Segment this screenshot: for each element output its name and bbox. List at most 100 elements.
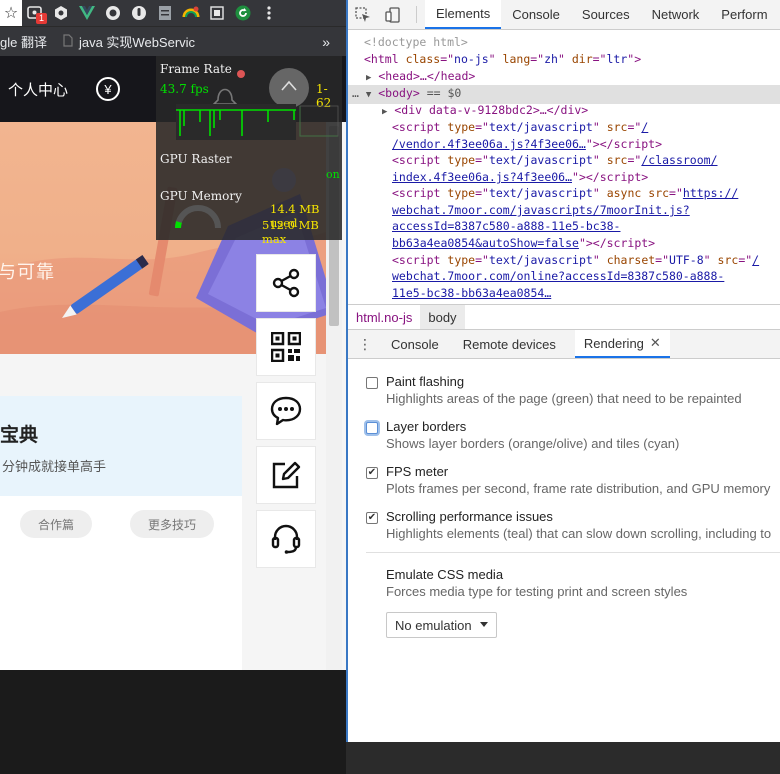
fps-meter-title: FPS meter [386,464,449,479]
emulate-media-value: No emulation [395,617,472,633]
tab-performance[interactable]: Perform [710,0,778,29]
chat-bubble-icon [270,396,302,426]
bookmark-translate-label: gle 翻译 [0,35,47,50]
pill-cooperation[interactable]: 合作篇 [20,510,93,538]
share-button[interactable] [256,254,316,312]
layer-borders-title: Layer borders [386,419,467,434]
device-toolbar-icon[interactable] [378,0,408,29]
scrolling-performance-desc: Highlights elements (teal) that can slow… [386,526,772,541]
refresh-extension-icon[interactable] [230,0,256,26]
bookmarks-more-button[interactable]: » [322,34,346,50]
dom-body-node[interactable]: … ▼ <body> == $0 [348,85,780,104]
dom-script-7moor-init-l2: webchat.7moor.com/javascripts/7moorInit.… [392,203,690,217]
screen: ☆ 1 gle 翻译 java 实现WebServic » 个人中心 ¥ 与可靠… [0,0,780,774]
fps-meter-desc: Plots frames per second, frame rate dist… [386,481,771,496]
dom-script-7moor-online[interactable]: <script type="text/javascript" charset="… [392,252,759,269]
gpu-memory-label: GPU Memory [160,189,242,203]
drawer-tabbar: ⋮ Console Remote devices Rendering ✕ [348,330,780,359]
banner-text: 与可靠 [0,262,55,282]
drawer-menu-icon[interactable]: ⋮ [348,330,382,358]
card-subtitle: 分钟成就接单高手 [2,459,107,474]
emulate-media-select[interactable]: No emulation [386,612,497,638]
power-extension-icon[interactable] [126,0,152,26]
layer-borders-checkbox[interactable] [366,422,378,434]
circle-extension-icon[interactable] [100,0,126,26]
gpu-memory-max: 512.0 MB max [262,218,319,246]
scrolling-performance-title: Scrolling performance issues [386,509,553,524]
drawer-tab-console[interactable]: Console [382,330,448,358]
close-rendering-icon[interactable]: ✕ [650,335,661,351]
share-icon [272,268,300,298]
color-wheel-extension-icon[interactable] [178,0,204,26]
paint-flashing-checkbox[interactable] [366,377,378,389]
gpu-raster-state: on [326,168,340,181]
card-title: 宝典 [0,425,39,446]
pill-more-tips[interactable]: 更多技巧 [130,510,215,538]
fps-meter-overlay: Frame Rate 43.7 fps 1-62 GPU Raster on G… [156,56,342,246]
edit-button[interactable] [256,446,316,504]
breadcrumb-body[interactable]: body [420,305,465,329]
vue-devtools-icon[interactable] [74,0,100,26]
tab-console[interactable]: Console [501,0,571,29]
dom-div-node[interactable]: ▶ <div data-v-9128bdc2>…</div> [382,102,588,121]
bookmark-translate[interactable]: gle 翻译 [0,32,55,51]
drawer-tab-remote-devices[interactable]: Remote devices [454,330,565,358]
personal-center-link[interactable]: 个人中心 [8,79,68,100]
document-extension-icon[interactable] [152,0,178,26]
fps-meter-checkbox[interactable]: ✔ [366,467,378,479]
dom-script-vendor-cont: /vendor.4f3ee06a.js?4f3ee06…"></script> [392,137,663,151]
dom-head-node[interactable]: ▶ <head>…</head> [366,68,475,87]
qr-code-button[interactable] [256,318,316,376]
dom-script-7moor-online-l2: webchat.7moor.com/online?accessId=8387c5… [392,269,725,283]
tab-elements[interactable]: Elements [425,0,502,29]
elements-tree[interactable]: <!doctype html> <html class="no-js" lang… [348,31,780,303]
desktop-background [0,670,346,774]
extension-toolbar: ☆ 1 [0,0,346,26]
more-vertical-icon[interactable] [256,0,282,26]
dom-html-node[interactable]: <html class="no-js" lang="zh" dir="ltr"> [364,51,641,68]
message-extension-icon[interactable]: 1 [22,0,48,26]
gear-extension-icon[interactable] [48,0,74,26]
bookmark-java-webservice[interactable]: java 实现WebServic [55,32,203,51]
card-footer: 合作篇 更多技巧 [0,496,242,670]
inspect-element-icon[interactable] [348,0,378,29]
dom-script-7moor-init[interactable]: <script type="text/javascript" async src… [392,185,738,202]
paint-flashing-title: Paint flashing [386,374,465,389]
paint-flashing-desc: Highlights areas of the page (green) tha… [386,391,742,406]
drawer-tab-rendering-label: Rendering [583,335,644,351]
rendering-divider [366,552,780,553]
scrolling-performance-checkbox[interactable]: ✔ [366,512,378,524]
headset-icon [271,524,301,554]
dom-script-classroom[interactable]: <script type="text/javascript" src="/cla… [392,152,718,169]
customer-service-button[interactable] [256,510,316,568]
devtools-tabbar: Elements Console Sources Network Perform [348,0,780,30]
chevron-down-icon [480,622,488,627]
breadcrumb-html[interactable]: html.no-js [348,305,420,329]
drawer-tab-rendering[interactable]: Rendering ✕ [574,330,670,358]
gpu-raster-label: GPU Raster [160,152,232,166]
dom-script-7moor-online-l3: 11e5-bc38-bb63a4ea0854… [392,286,552,300]
extension-badge: 1 [35,13,47,24]
dom-script-vendor[interactable]: <script type="text/javascript" src="/ [392,119,648,136]
emulate-media-desc: Forces media type for testing print and … [386,584,688,599]
dom-script-classroom-cont: index.4f3ee06a.js?4f3ee06…"></script> [392,170,649,184]
emulate-media-title: Emulate CSS media [386,567,504,582]
layer-borders-desc: Shows layer borders (orange/olive) and t… [386,436,680,451]
devtools-tab-separator [416,6,417,23]
dom-script-7moor-init-l3: accessId=8387c580-a888-11e5-bc38- [392,219,621,233]
yen-icon[interactable]: ¥ [96,77,121,101]
breadcrumb: html.no-js body [348,304,780,330]
chat-button[interactable] [256,382,316,440]
tab-network[interactable]: Network [641,0,711,29]
edit-icon [272,461,301,489]
rendering-panel: Paint flashing Highlights areas of the p… [348,360,780,742]
bookmark-star-icon[interactable]: ☆ [0,0,22,26]
guide-card[interactable]: 宝典 分钟成就接单高手 [0,396,242,496]
devtools-panel: Elements Console Sources Network Perform… [346,0,780,742]
bookmarks-bar: gle 翻译 java 实现WebServic » [0,26,346,56]
dom-doctype[interactable]: <!doctype html> [364,34,468,51]
tab-sources[interactable]: Sources [571,0,641,29]
bookmark-java-label: java 实现WebServic [78,35,196,50]
bookmark-page-icon [63,33,73,50]
qr-extension-icon[interactable] [204,0,230,26]
